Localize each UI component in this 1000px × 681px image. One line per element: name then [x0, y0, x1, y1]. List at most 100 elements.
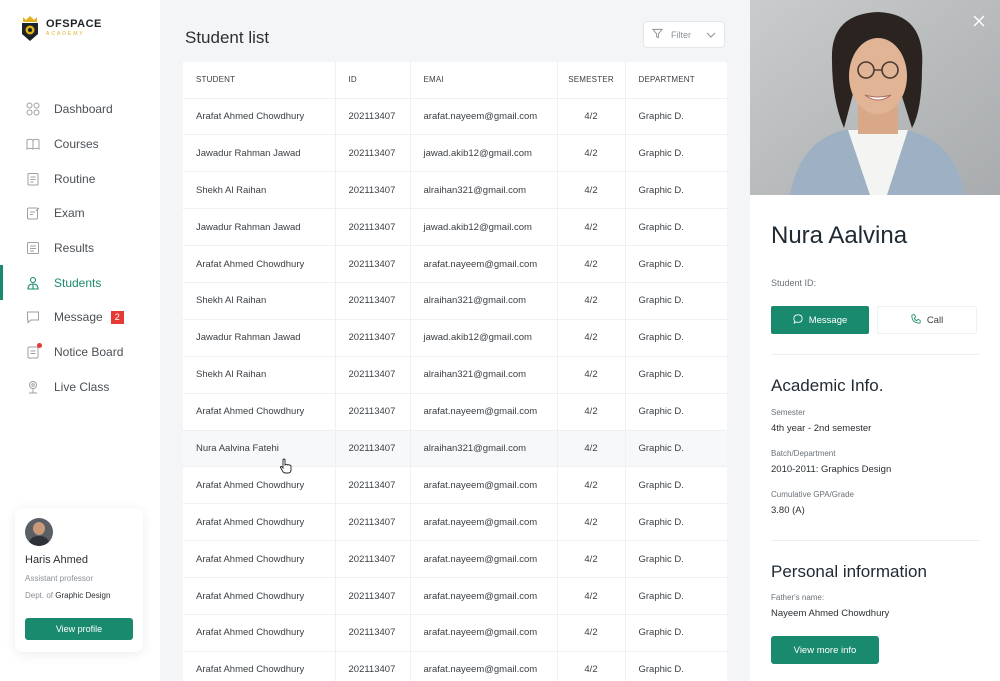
filter-icon	[651, 28, 664, 41]
cell-student: Arafat Ahmed Chowdhury	[183, 98, 336, 136]
cell-student: Arafat Ahmed Chowdhury	[183, 466, 336, 505]
cell-student: Shekh Al Raihan	[183, 356, 336, 394]
message-count-badge: 2	[110, 310, 124, 324]
cell-semester: 4/2	[557, 134, 626, 173]
cell-id: 202113407	[335, 208, 411, 247]
cell-id: 202113407	[335, 614, 411, 652]
table-row[interactable]: Shekh Al Raihan 202113407 alraihan321@gmai…	[183, 171, 727, 210]
cell-department: Graphic D.	[625, 98, 727, 136]
column-header-email[interactable]: EMAI	[410, 62, 558, 99]
message-button-label: Message	[808, 314, 848, 326]
chevron-down-icon	[706, 30, 716, 40]
sidebar-item-routine[interactable]: Routine	[0, 161, 160, 196]
column-header-student[interactable]: STUDENT	[183, 62, 336, 99]
message-button[interactable]: Message	[771, 306, 869, 334]
column-header-id[interactable]: ID	[335, 62, 411, 99]
page-title: Student list	[185, 28, 270, 47]
column-header-department[interactable]: DEPARTMENT	[625, 62, 727, 99]
table-row[interactable]: Arafat Ahmed Chowdhury 202113407 arafat.na…	[183, 503, 727, 542]
personal-info-title: Personal information	[771, 562, 927, 581]
student-detail-panel: Nura Aalvina Student ID: Message Call Ac…	[750, 0, 1000, 681]
phone-icon	[911, 313, 921, 327]
table-row[interactable]: Arafat Ahmed Chowdhury 202113407 arafat.na…	[183, 393, 727, 431]
divider	[771, 354, 979, 355]
table-row[interactable]: Nura Aalvina Fatehi 202113407 alraihan321@…	[183, 430, 727, 468]
profile-dept: Dept. of Graphic Design	[25, 591, 133, 600]
call-button[interactable]: Call	[877, 306, 977, 334]
cell-id: 202113407	[335, 393, 411, 431]
brand-logo[interactable]: OFSPACE ACADEMY	[20, 14, 102, 42]
cell-student: Jawadur Rahman Jawad	[183, 208, 336, 247]
cell-semester: 4/2	[557, 540, 626, 579]
cell-email: arafat.nayeem@gmail.com	[410, 98, 558, 136]
semester-value: 4th year - 2nd semester	[771, 423, 872, 434]
logo-badge-icon	[20, 14, 40, 42]
table-row[interactable]: Jawadur Rahman Jawad 202113407 jawad.akib1…	[183, 319, 727, 357]
sidebar-item-students[interactable]: Students	[0, 265, 160, 300]
cell-department: Graphic D.	[625, 245, 727, 283]
cell-student: Shekh Al Raihan	[183, 171, 336, 210]
cell-department: Graphic D.	[625, 171, 727, 210]
cell-department: Graphic D.	[625, 430, 727, 468]
table-row[interactable]: Jawadur Rahman Jawad 202113407 jawad.akib1…	[183, 134, 727, 173]
sidebar-item-label: Routine	[54, 171, 96, 186]
table-row[interactable]: Shekh Al Raihan 202113407 alraihan321@gmai…	[183, 356, 727, 394]
cell-email: arafat.nayeem@gmail.com	[410, 466, 558, 505]
cell-email: alraihan321@gmail.com	[410, 356, 558, 394]
sidebar-item-dashboard[interactable]: Dashboard	[0, 92, 160, 127]
table-row[interactable]: Shekh Al Raihan 202113407 alraihan321@gmai…	[183, 282, 727, 320]
cell-student: Arafat Ahmed Chowdhury	[183, 503, 336, 542]
cell-semester: 4/2	[557, 393, 626, 431]
sidebar-item-live-class[interactable]: Live Class	[0, 370, 160, 405]
view-more-info-button[interactable]: View more info	[771, 636, 879, 664]
cell-id: 202113407	[335, 466, 411, 505]
cell-semester: 4/2	[557, 208, 626, 247]
cell-email: arafat.nayeem@gmail.com	[410, 540, 558, 579]
cell-department: Graphic D.	[625, 503, 727, 542]
cell-id: 202113407	[335, 282, 411, 320]
batch-label: Batch/Department	[771, 449, 836, 458]
column-header-semester[interactable]: SEMESTER	[557, 62, 626, 99]
close-icon[interactable]	[972, 14, 986, 28]
sidebar-item-label: Message	[54, 310, 103, 325]
table-row[interactable]: Arafat Ahmed Chowdhury 202113407 arafat.na…	[183, 98, 727, 136]
table-row[interactable]: Arafat Ahmed Chowdhury 202113407 arafat.na…	[183, 651, 727, 681]
cell-department: Graphic D.	[625, 356, 727, 394]
cell-department: Graphic D.	[625, 466, 727, 505]
cell-email: arafat.nayeem@gmail.com	[410, 651, 558, 681]
cell-student: Arafat Ahmed Chowdhury	[183, 540, 336, 579]
sidebar-item-results[interactable]: Results	[0, 231, 160, 266]
filter-label: Filter	[671, 29, 691, 40]
cell-student: Arafat Ahmed Chowdhury	[183, 614, 336, 652]
sidebar-item-notice-board[interactable]: Notice Board	[0, 335, 160, 370]
view-profile-button[interactable]: View profile	[25, 618, 133, 640]
cell-id: 202113407	[335, 356, 411, 394]
chat-icon	[793, 313, 803, 327]
table-row[interactable]: Jawadur Rahman Jawad 202113407 jawad.akib1…	[183, 208, 727, 247]
main-content: Student list Filter STUDENT ID EMAI SEME…	[160, 0, 750, 681]
cell-id: 202113407	[335, 540, 411, 579]
table-row[interactable]: Arafat Ahmed Chowdhury 202113407 arafat.na…	[183, 466, 727, 505]
student-table: STUDENT ID EMAI SEMESTER DEPARTMENT Araf…	[183, 62, 727, 681]
sidebar-item-label: Results	[54, 241, 95, 256]
sidebar-item-exam[interactable]: Exam	[0, 196, 160, 231]
routine-icon	[26, 172, 40, 186]
students-icon	[26, 276, 40, 290]
hand-cursor-icon	[279, 458, 293, 474]
sidebar-item-label: Exam	[54, 206, 85, 221]
table-row[interactable]: Arafat Ahmed Chowdhury 202113407 arafat.na…	[183, 577, 727, 615]
book-icon	[26, 137, 40, 151]
cell-semester: 4/2	[557, 503, 626, 542]
table-row[interactable]: Arafat Ahmed Chowdhury 202113407 arafat.na…	[183, 614, 727, 652]
table-row[interactable]: Arafat Ahmed Chowdhury 202113407 arafat.na…	[183, 540, 727, 579]
cell-email: alraihan321@gmail.com	[410, 430, 558, 468]
avatar	[25, 518, 53, 546]
cell-id: 202113407	[335, 577, 411, 615]
gpa-value: 3.80 (A)	[771, 505, 805, 516]
sidebar-item-message[interactable]: Message 2	[0, 300, 160, 335]
table-row[interactable]: Arafat Ahmed Chowdhury 202113407 arafat.na…	[183, 245, 727, 283]
brand-text: OFSPACE ACADEMY	[46, 19, 102, 37]
cell-email: jawad.akib12@gmail.com	[410, 134, 558, 173]
filter-dropdown[interactable]: Filter	[643, 21, 725, 48]
sidebar-item-courses[interactable]: Courses	[0, 127, 160, 162]
